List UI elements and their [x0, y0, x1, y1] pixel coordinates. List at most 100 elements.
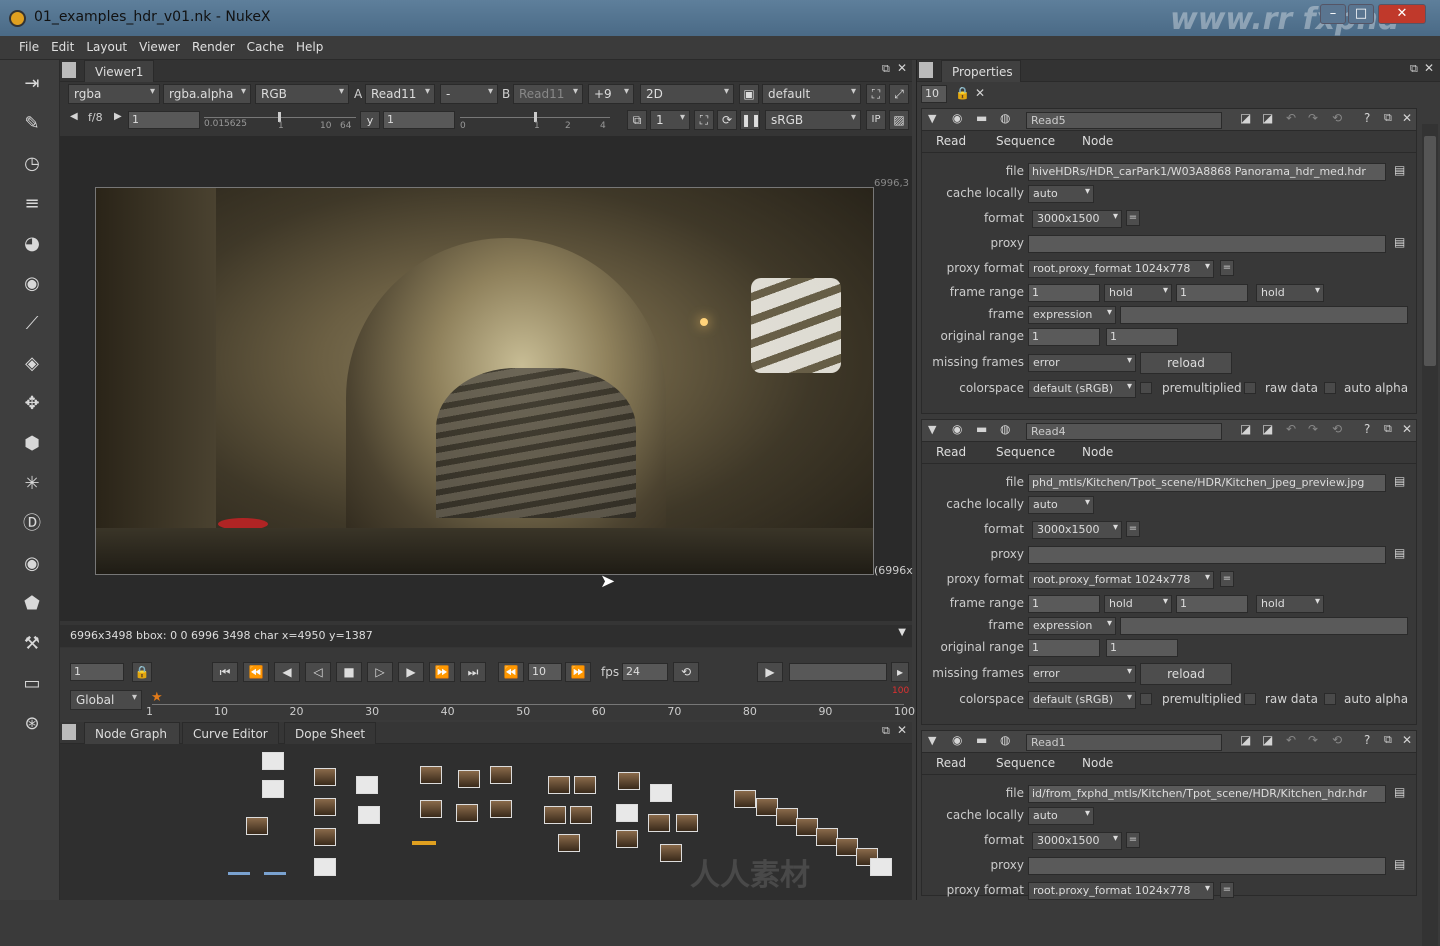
particles-icon[interactable]: ✳ [20, 472, 44, 496]
menu-cache[interactable]: Cache [241, 36, 290, 54]
node-name-field[interactable]: Read5 [1026, 112, 1222, 129]
keyer-icon[interactable]: ⟋ [20, 312, 44, 336]
collapse-icon[interactable]: ▼ [928, 734, 936, 747]
pane-menu-icon[interactable] [919, 62, 933, 78]
frame-expression-field[interactable] [1120, 617, 1408, 635]
node[interactable] [734, 790, 756, 808]
menu-file[interactable]: File [13, 36, 45, 54]
raw-data-checkbox[interactable] [1244, 382, 1256, 394]
alpha-channel-select[interactable]: rgba.alpha [163, 84, 251, 104]
tab-sequence[interactable]: Sequence [996, 134, 1055, 148]
node[interactable] [616, 804, 638, 822]
before-mode-select[interactable]: hold [1104, 595, 1172, 613]
file-browse-icon[interactable]: ▤ [1394, 474, 1405, 488]
format-select[interactable]: 3000x1500 [1032, 210, 1122, 228]
frame-last-field[interactable]: 1 [1176, 284, 1248, 302]
frame-expression-field[interactable] [1120, 306, 1408, 324]
refresh-icon[interactable]: ⟳ [717, 110, 737, 130]
node[interactable] [420, 766, 442, 784]
proxy-browse-icon[interactable]: ▤ [1394, 235, 1405, 249]
file-browse-icon[interactable]: ▤ [1394, 785, 1405, 799]
lut-select[interactable]: default [762, 84, 861, 104]
node[interactable] [456, 804, 478, 822]
cache-locally-select[interactable]: auto [1028, 185, 1094, 203]
reload-button[interactable]: reload [1140, 663, 1232, 685]
gamma-label[interactable]: y [360, 111, 380, 129]
timeline-menu-icon[interactable]: ▸ [891, 662, 909, 682]
node[interactable] [490, 766, 512, 784]
file-path-field[interactable]: id/from_fxphd_mtls/Kitchen/Tpot_scene/HD… [1028, 785, 1386, 803]
float-pane-icon[interactable]: ⧉ [882, 62, 890, 76]
range-mode-select[interactable]: Global [70, 690, 142, 710]
frame-mode-select[interactable]: expression [1028, 306, 1116, 324]
node[interactable] [776, 808, 798, 826]
tab-sequence[interactable]: Sequence [996, 756, 1055, 770]
filter-icon[interactable]: ◉ [20, 272, 44, 296]
menu-layout[interactable]: Layout [80, 36, 133, 54]
frame-first-field[interactable]: 1 [1028, 284, 1100, 302]
node[interactable] [618, 772, 640, 790]
collapse-icon[interactable]: ▼ [928, 112, 936, 125]
format-select[interactable]: 3000x1500 [1032, 832, 1122, 850]
max-panels-field[interactable]: 10 [921, 85, 947, 103]
playhead-marker[interactable]: ★ [151, 690, 163, 705]
node[interactable] [420, 800, 442, 818]
roi-icon[interactable]: ⛶ [866, 84, 886, 104]
node-color-icon[interactable]: ▬ [976, 422, 987, 436]
raw-data-checkbox[interactable] [1244, 693, 1256, 705]
proxy-format-edit-button[interactable]: = [1220, 882, 1234, 898]
after-mode-select[interactable]: hold [1256, 284, 1324, 302]
view-mode-select[interactable]: 2D [640, 84, 734, 104]
node-pin-icon[interactable]: ◍ [1000, 111, 1010, 125]
proxy-format-edit-button[interactable]: = [1220, 260, 1234, 276]
current-frame-field[interactable]: 1 [70, 663, 124, 681]
frame-first-field[interactable]: 1 [1028, 595, 1100, 613]
proxy-scale-select[interactable]: 1 [650, 110, 690, 130]
format-edit-button[interactable]: = [1126, 210, 1140, 226]
cache-locally-select[interactable]: auto [1028, 807, 1094, 825]
tab-node[interactable]: Node [1082, 134, 1113, 148]
edit-color-icon[interactable]: ◪ [1240, 422, 1251, 436]
revert-icon[interactable]: ⟲ [1332, 111, 1342, 125]
prev-keyframe-icon[interactable]: ⏪ [243, 662, 269, 682]
node-name-field[interactable]: Read1 [1026, 734, 1222, 751]
float-pane-icon[interactable]: ⧉ [1410, 62, 1418, 76]
fstop-label[interactable]: f/8 [88, 111, 103, 124]
frame-last-field[interactable]: 1 [1176, 595, 1248, 613]
undo-icon[interactable]: ↶ [1286, 422, 1296, 436]
lut-icon[interactable]: ▣ [739, 84, 759, 104]
gain-field[interactable]: 1 [128, 111, 200, 129]
edit-color2-icon[interactable]: ◪ [1262, 422, 1273, 436]
paint-icon[interactable]: ✎ [20, 112, 44, 136]
flipbook-range-field[interactable] [789, 663, 887, 681]
before-mode-select[interactable]: hold [1104, 284, 1172, 302]
node-pin-icon[interactable]: ◍ [1000, 422, 1010, 436]
tab-node[interactable]: Node [1082, 756, 1113, 770]
undo-icon[interactable]: ↶ [1286, 733, 1296, 747]
node[interactable] [570, 806, 592, 824]
format-select[interactable]: 3000x1500 [1032, 521, 1122, 539]
maximize-button[interactable]: □ [1348, 4, 1374, 24]
roi-toggle-icon[interactable]: ⛶ [694, 110, 714, 130]
other-icon[interactable]: ▭ [20, 672, 44, 696]
file-path-field[interactable]: phd_mtls/Kitchen/Tpot_scene/HDR/Kitchen_… [1028, 474, 1386, 492]
last-frame-icon[interactable]: ⏭ [460, 662, 486, 682]
compare-mode-select[interactable]: - [440, 84, 498, 104]
node[interactable] [548, 776, 570, 794]
wipe-icon[interactable]: ⤢ [889, 84, 909, 104]
proxy-path-field[interactable] [1028, 546, 1386, 564]
close-pane-icon[interactable]: ✕ [1424, 61, 1434, 75]
menu-render[interactable]: Render [186, 36, 241, 54]
gamma-field[interactable]: 1 [383, 111, 455, 129]
layer-select[interactable]: rgba [68, 84, 160, 104]
colorspace-select[interactable]: default (sRGB) [1028, 380, 1136, 398]
metadata-icon[interactable]: ⬟ [20, 592, 44, 616]
stop-icon[interactable]: ■ [336, 662, 362, 682]
viewer-toggle-icon[interactable]: ◉ [952, 111, 962, 125]
float-pane-icon[interactable]: ⧉ [882, 724, 890, 738]
proxy-format-select[interactable]: root.proxy_format 1024x778 [1028, 571, 1214, 589]
tab-node[interactable]: Node [1082, 445, 1113, 459]
pane-menu-icon[interactable] [62, 62, 76, 78]
proxy-path-field[interactable] [1028, 235, 1386, 253]
transform-icon[interactable]: ✥ [20, 392, 44, 416]
